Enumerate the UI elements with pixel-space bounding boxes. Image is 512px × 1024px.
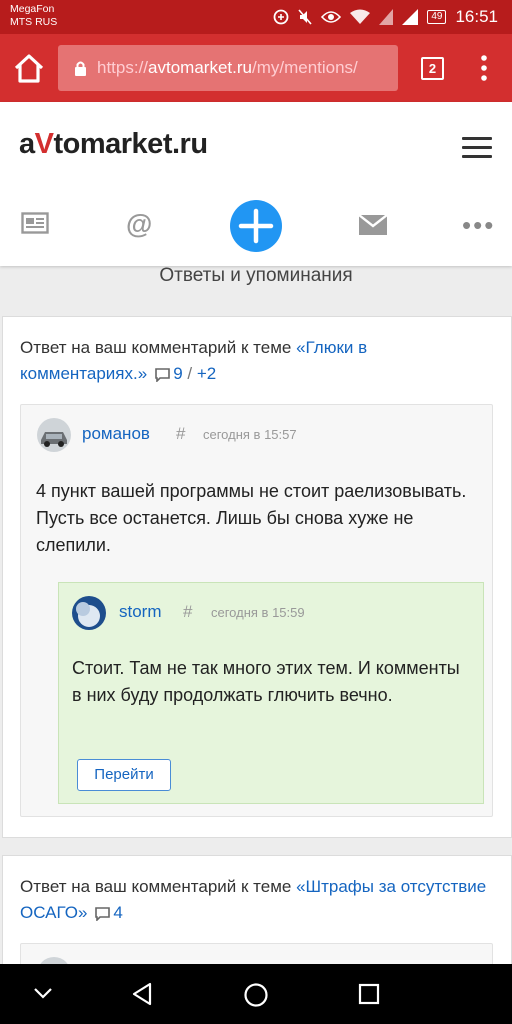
- signal-icon: [402, 9, 419, 25]
- avatar-image: [37, 418, 71, 452]
- url-text: https://avtomarket.ru/my/mentions/: [97, 58, 358, 78]
- url-scheme: https://: [97, 58, 149, 77]
- avatar[interactable]: [37, 418, 71, 452]
- carrier-name-1: MegaFon: [10, 3, 55, 15]
- page-title: Ответы и упоминания: [159, 265, 353, 286]
- site-logo[interactable]: aVtomarket.ru: [19, 128, 208, 161]
- mail-icon[interactable]: [359, 215, 387, 235]
- comment-time: сегодня в 15:57: [203, 427, 297, 442]
- data-saver-icon: [273, 9, 289, 25]
- recents-icon[interactable]: [358, 983, 380, 1005]
- permalink-hash[interactable]: #: [183, 602, 192, 622]
- url-bar[interactable]: https://avtomarket.ru/my/mentions/: [58, 45, 398, 91]
- collapse-icon[interactable]: [33, 986, 53, 1000]
- go-button[interactable]: Перейти: [77, 759, 171, 791]
- reply-time: сегодня в 15:59: [211, 605, 305, 620]
- home-icon[interactable]: [12, 52, 46, 86]
- mute-icon: [298, 9, 312, 25]
- add-button[interactable]: [230, 200, 282, 252]
- wifi-icon: [350, 9, 371, 24]
- carrier-info: MegaFon MTS RUS: [10, 3, 57, 29]
- logo-v: V: [34, 128, 54, 160]
- more-icon[interactable]: •••: [462, 210, 495, 241]
- back-icon[interactable]: [131, 982, 153, 1006]
- comment-count[interactable]: 9: [173, 364, 182, 383]
- status-icons: 49 16:51: [273, 5, 498, 29]
- url-host: avtomarket.ru: [148, 58, 252, 77]
- card-heading: Ответ на ваш комментарий к теме «Штрафы …: [20, 874, 490, 926]
- clock: 16:51: [455, 7, 498, 26]
- mention-card: Ответ на ваш комментарий к теме «Глюки в…: [2, 316, 512, 838]
- permalink-hash[interactable]: #: [176, 424, 185, 444]
- eye-icon: [321, 11, 342, 23]
- new-comment-count[interactable]: +2: [197, 364, 216, 383]
- hamburger-icon[interactable]: [462, 137, 492, 159]
- comment: романов # сегодня в 15:57 4 пункт вашей …: [20, 404, 493, 817]
- card-prefix: Ответ на ваш комментарий к теме: [20, 877, 297, 896]
- site-header: aVtomarket.ru @ •••: [0, 102, 512, 266]
- battery-icon: 49: [427, 10, 447, 24]
- sim-icon: [379, 9, 394, 25]
- logo-rest: tomarket.ru: [53, 128, 208, 160]
- reply-comment: storm # сегодня в 15:59 Стоит. Там не та…: [58, 582, 484, 804]
- carrier-name-2: MTS RUS: [10, 16, 58, 28]
- comment-text: 4 пункт вашей программы не стоит раелизо…: [36, 481, 467, 555]
- home-circle-icon[interactable]: [243, 982, 269, 1008]
- author-name[interactable]: storm: [119, 602, 162, 622]
- tabs-icon[interactable]: 2: [421, 57, 444, 80]
- avatar[interactable]: [72, 596, 106, 630]
- card-prefix: Ответ на ваш комментарий к теме: [20, 338, 297, 357]
- feed-icon[interactable]: [21, 212, 49, 234]
- comment-icon: [155, 367, 170, 382]
- at-icon[interactable]: @: [126, 209, 152, 240]
- avatar-image: [72, 596, 106, 630]
- card-heading: Ответ на ваш комментарий к теме «Глюки в…: [20, 335, 490, 387]
- status-bar: MegaFon MTS RUS 49 16:51: [0, 0, 512, 34]
- overflow-menu-icon[interactable]: [478, 54, 490, 82]
- lock-icon: [75, 61, 86, 76]
- comment-count[interactable]: 4: [113, 903, 122, 922]
- comment-icon: [95, 906, 111, 921]
- plus-icon: [238, 208, 274, 244]
- logo-a: a: [19, 128, 35, 160]
- count-separator: /: [182, 364, 197, 383]
- author-name[interactable]: романов: [82, 424, 150, 444]
- system-nav-bar: [0, 964, 512, 1024]
- browser-toolbar: https://avtomarket.ru/my/mentions/ 2: [0, 34, 512, 102]
- url-path: /my/mentions/: [251, 58, 358, 77]
- reply-text: Стоит. Там не так много этих тем. И комм…: [72, 658, 460, 705]
